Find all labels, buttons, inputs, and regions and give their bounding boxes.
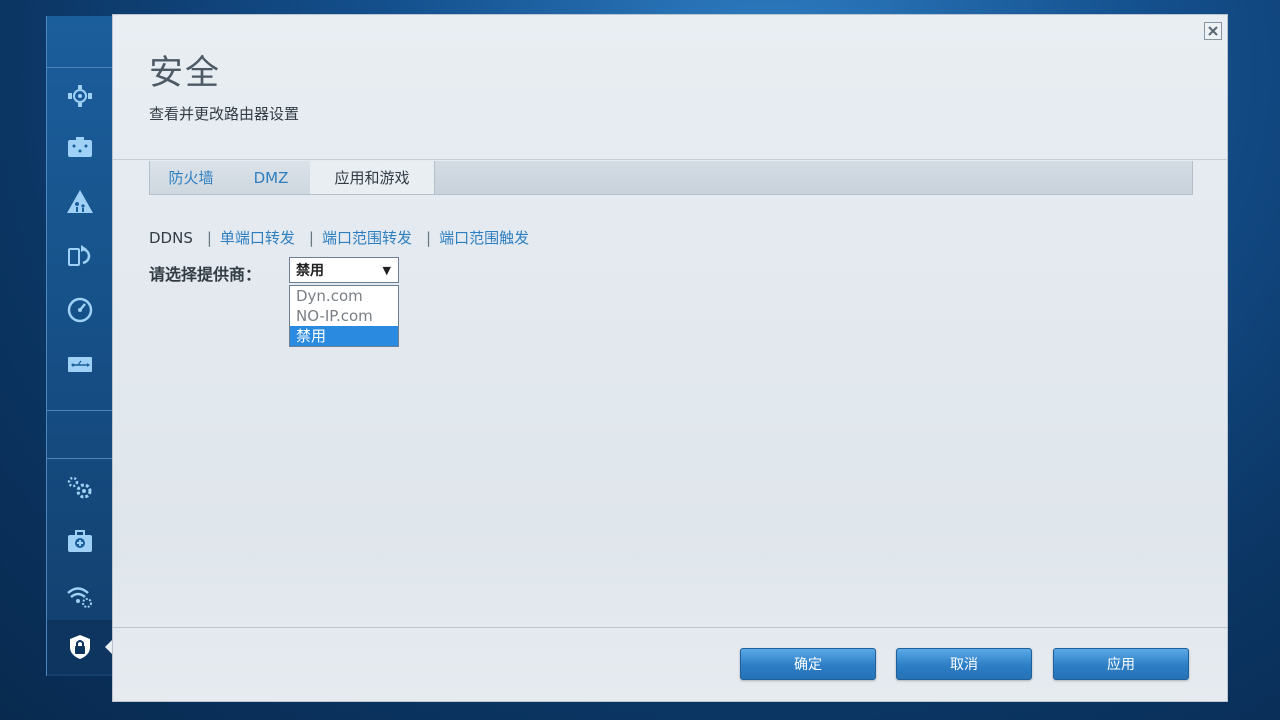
security-icon xyxy=(70,635,90,659)
sublink-ddns[interactable]: DDNS xyxy=(149,229,193,247)
sidebar-item-troubleshooting[interactable] xyxy=(47,516,113,568)
sidebar-divider xyxy=(47,458,113,459)
sidebar-item-parental-controls[interactable] xyxy=(47,176,113,228)
sublink-port-range-forwarding[interactable]: 端口范围转发 xyxy=(322,227,412,248)
sublink-port-range-triggering[interactable]: 端口范围触发 xyxy=(439,227,529,248)
close-button[interactable] xyxy=(1204,22,1222,40)
dropdown-option-dyn[interactable]: Dyn.com xyxy=(290,286,398,306)
router-status-icon xyxy=(68,85,92,107)
dropdown-option-noip[interactable]: NO-IP.com xyxy=(290,306,398,326)
media-prioritization-icon xyxy=(68,245,91,266)
tab-apps-and-gaming[interactable]: 应用和游戏 xyxy=(310,161,435,194)
parental-controls-icon xyxy=(67,190,93,213)
cancel-button[interactable]: 取消 xyxy=(896,648,1032,680)
page-title: 安全 xyxy=(149,53,221,93)
sidebar-item-router-status[interactable] xyxy=(47,70,113,122)
dropdown-arrow-icon: ▼ xyxy=(382,264,391,277)
footer-divider xyxy=(113,627,1227,628)
left-sidebar xyxy=(46,16,114,676)
provider-dropdown-list: Dyn.com NO-IP.com 禁用 xyxy=(289,285,399,347)
provider-label: 请选择提供商： xyxy=(149,265,262,284)
sidebar-item-media-prioritization[interactable] xyxy=(47,230,113,282)
tab-dmz[interactable]: DMZ xyxy=(232,161,311,194)
dropdown-option-disabled[interactable]: 禁用 xyxy=(290,326,398,346)
sidebar-item-usb-storage[interactable] xyxy=(47,338,113,390)
apply-button[interactable]: 应用 xyxy=(1053,648,1189,680)
sublink-single-port-forwarding[interactable]: 单端口转发 xyxy=(220,227,295,248)
tab-strip: 防火墙 DMZ 应用和游戏 xyxy=(149,161,1193,195)
sidebar-item-speed-test[interactable] xyxy=(47,284,113,336)
separator: | xyxy=(426,228,432,247)
usb-storage-icon xyxy=(68,357,92,372)
separator: | xyxy=(206,228,212,247)
page-subtitle: 查看并更改路由器设置 xyxy=(149,105,300,123)
main-panel: 安全 查看并更改路由器设置 防火墙 DMZ 应用和游戏 DDNS | 单端口转发… xyxy=(112,14,1228,702)
sidebar-item-wireless[interactable] xyxy=(47,570,113,622)
device-list-icon xyxy=(68,137,92,157)
sidebar-divider xyxy=(47,410,113,411)
speed-test-icon xyxy=(67,297,93,323)
provider-select-value: 禁用 xyxy=(296,263,324,279)
sub-navigation: DDNS | 单端口转发 | 端口范围转发 | 端口范围触发 xyxy=(149,227,529,248)
sidebar-divider xyxy=(47,67,113,68)
provider-select[interactable]: 禁用 ▼ xyxy=(289,257,399,283)
tab-firewall[interactable]: 防火墙 xyxy=(150,161,233,194)
connectivity-icon xyxy=(67,476,92,499)
wireless-icon xyxy=(67,587,92,608)
header-divider xyxy=(113,159,1227,160)
sidebar-item-connectivity[interactable] xyxy=(47,462,113,514)
sidebar-item-device-list[interactable] xyxy=(47,122,113,174)
troubleshooting-icon xyxy=(68,530,92,552)
ok-button[interactable]: 确定 xyxy=(740,648,876,680)
close-icon xyxy=(1208,26,1218,36)
sidebar-item-security[interactable] xyxy=(47,620,114,674)
separator: | xyxy=(308,228,314,247)
